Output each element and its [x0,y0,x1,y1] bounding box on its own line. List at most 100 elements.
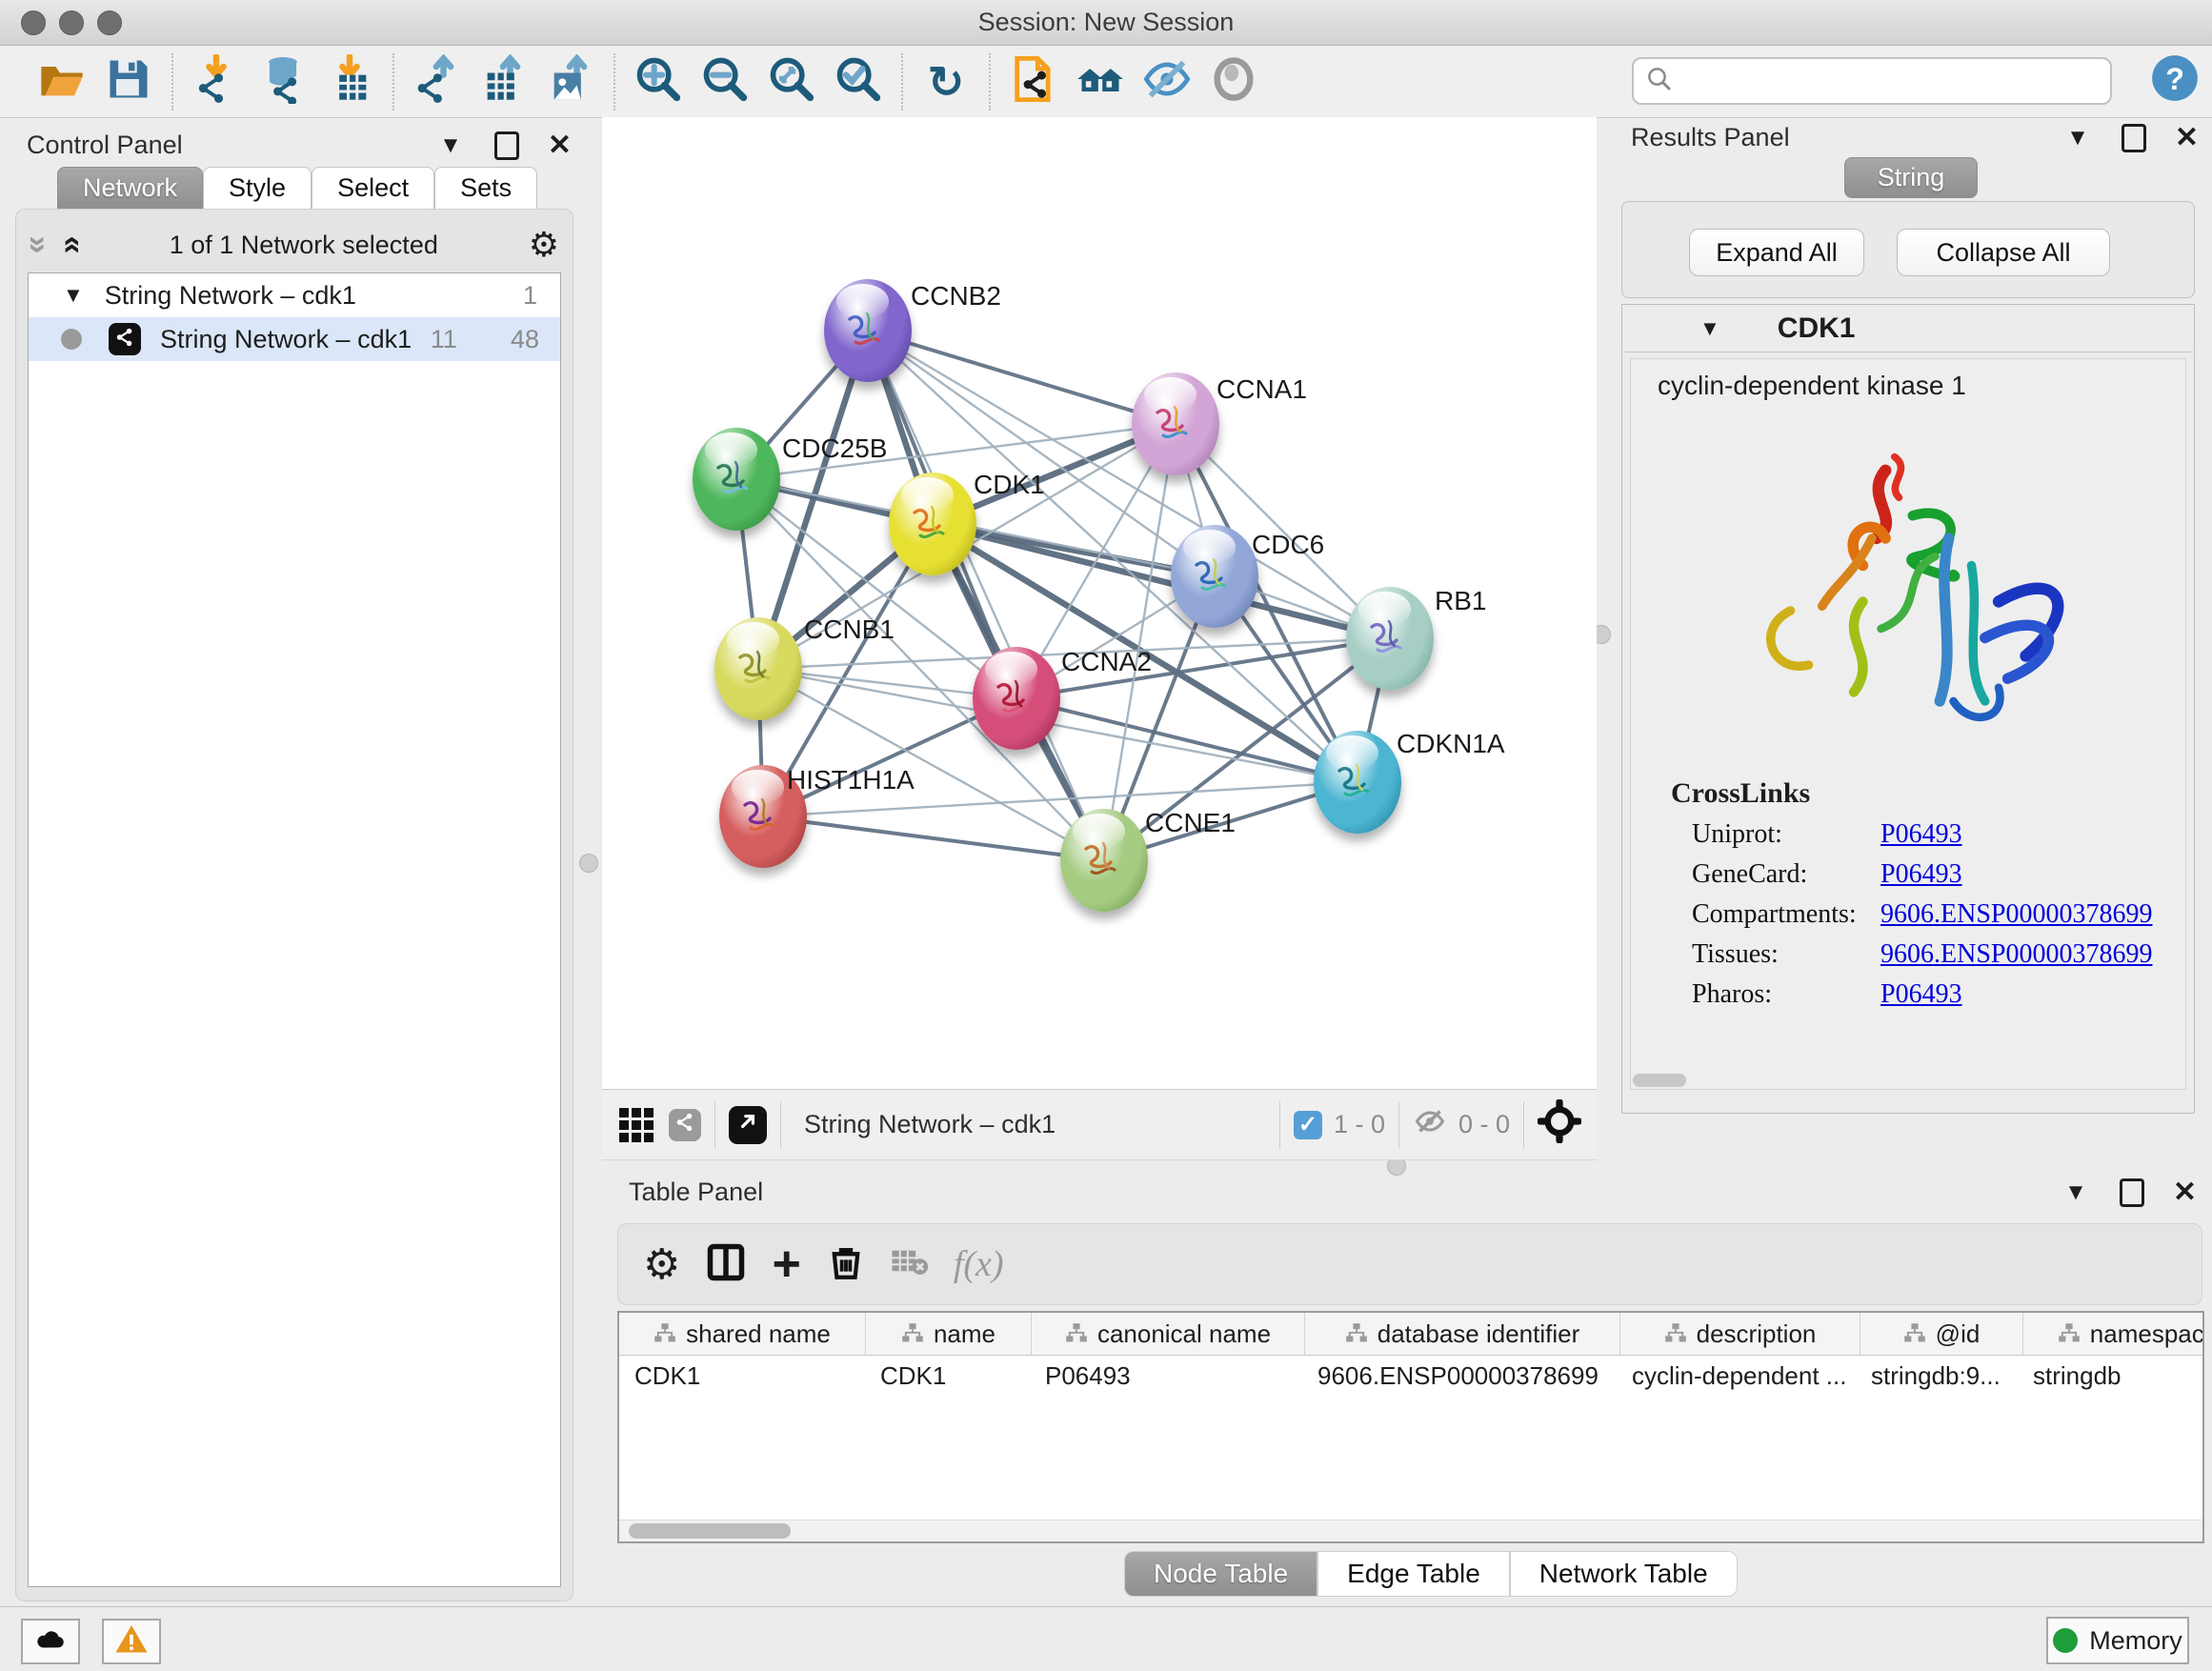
refresh-button[interactable]: ↻ [919,55,973,109]
crosslink-link[interactable]: 9606.ENSP00000378699 [1880,939,2152,970]
save-button[interactable] [102,55,155,109]
panel-close-icon[interactable]: ✕ [548,129,572,162]
warnings-button[interactable] [102,1619,161,1664]
search-input[interactable] [1681,66,2110,97]
tab-network-table[interactable]: Network Table [1510,1551,1738,1597]
network-node-cdc6[interactable] [1171,525,1258,628]
crosslink-link[interactable]: P06493 [1880,819,1962,850]
table-row[interactable]: CDK1CDK1P064939606.ENSP00000378699cyclin… [619,1356,2202,1396]
cloud-status-button[interactable] [21,1619,80,1664]
panel-menu-icon[interactable]: ▼ [2064,1179,2087,1206]
tab-node-table[interactable]: Node Table [1124,1551,1317,1597]
homes-button[interactable] [1074,55,1127,109]
zoom-fit-button[interactable] [765,55,818,109]
panel-float-icon[interactable] [2120,1178,2144,1207]
crosslink-link[interactable]: P06493 [1880,979,1962,1010]
crosslink-link[interactable]: P06493 [1880,859,1962,890]
export-image-button[interactable] [544,55,597,109]
network-node-ccnb2[interactable] [824,279,912,382]
section-expander-icon[interactable]: ▼ [1699,316,1720,341]
import-network-button[interactable] [190,55,243,109]
results-hscrollbar[interactable] [1633,1074,1686,1087]
crosslink-label: GeneCard: [1692,859,1880,890]
network-row[interactable]: String Network – cdk1 11 48 [29,317,560,361]
table-hscroll-thumb[interactable] [629,1523,791,1539]
zoom-selected-button[interactable] [832,55,885,109]
status-bar: Memory [0,1606,2212,1671]
export-network-button[interactable] [411,55,464,109]
network-node-ccnb1[interactable] [714,617,802,720]
network-node-ccne1[interactable] [1060,809,1148,912]
birds-eye-view-icon[interactable] [619,1108,654,1142]
expand-all-button[interactable]: Expand All [1689,229,1864,276]
column-header-description[interactable]: description [1620,1313,1860,1355]
network-node-rb1[interactable] [1346,587,1434,690]
column-header-sharedname[interactable]: shared name [619,1313,866,1355]
fit-selected-icon[interactable] [1538,1099,1581,1150]
panel-menu-icon[interactable]: ▼ [439,132,462,159]
export-table-icon [479,54,529,109]
gear-icon[interactable]: ⚙ [529,225,559,265]
zoom-out-button[interactable] [698,55,752,109]
string-view-icon[interactable] [669,1109,701,1141]
results-panel-title: Results Panel [1631,123,1790,152]
column-header-name[interactable]: name [866,1313,1032,1355]
node-label-cdk1: CDK1 [974,470,1045,500]
network-canvas[interactable]: CCNB2 CCNA1 CDC25B CDK1 CDC6 RB1 CCNB1 C… [602,117,1597,1089]
table-hscrollbar[interactable] [619,1520,2202,1541]
import-database-button[interactable] [256,55,310,109]
search-box[interactable] [1632,57,2112,105]
save-icon [104,54,153,109]
network-node-ccna1[interactable] [1132,372,1219,475]
selected-checkbox-icon[interactable]: ✓ [1294,1111,1322,1139]
show-columns-icon[interactable] [705,1241,747,1288]
panel-close-icon[interactable]: ✕ [2175,121,2199,154]
open-in-browser-icon[interactable] [729,1106,767,1144]
collapse-all-icon[interactable]: » [22,236,54,254]
node-label-ccna1: CCNA1 [1217,374,1307,405]
network-node-cdk1[interactable] [889,473,976,575]
node-label-cdc25b: CDC25B [782,433,887,464]
column-header-canonicalname[interactable]: canonical name [1032,1313,1305,1355]
svg-text:?: ? [2165,61,2184,95]
panel-float-icon[interactable] [494,131,519,160]
add-column-icon[interactable]: + [772,1236,800,1293]
collapse-all-button[interactable]: Collapse All [1897,229,2110,276]
zoom-in-button[interactable] [632,55,685,109]
gene-section-header[interactable]: ▼ CDK1 [1623,306,2193,352]
folder-open-button[interactable] [35,55,89,109]
network-node-ccna2[interactable] [973,647,1060,750]
crosslink-row: Compartments:9606.ENSP00000378699 [1692,899,2185,930]
export-table-button[interactable] [477,55,531,109]
node-table[interactable]: shared namenamecanonical namedatabase id… [617,1311,2204,1543]
expand-all-icon[interactable]: » [53,236,86,254]
column-header-databaseidentifier[interactable]: database identifier [1305,1313,1620,1355]
memory-button[interactable]: Memory [2046,1617,2189,1664]
tree-expander-icon[interactable]: ▼ [63,283,84,308]
network-node-cdkn1a[interactable] [1314,731,1401,834]
table-settings-gear-icon[interactable]: ⚙ [643,1240,680,1289]
tab-sets[interactable]: Sets [434,167,537,210]
panel-close-icon[interactable]: ✕ [2173,1176,2197,1209]
eye-blue-button[interactable] [1140,55,1194,109]
column-header-namespace[interactable]: namespace [2023,1313,2204,1355]
delete-column-icon[interactable] [826,1242,866,1287]
tab-select[interactable]: Select [312,167,434,210]
string-import-button[interactable] [1007,55,1060,109]
eye-gray-button[interactable] [1207,55,1260,109]
network-collection-row[interactable]: ▼ String Network – cdk1 1 [29,273,560,317]
tab-edge-table[interactable]: Edge Table [1317,1551,1510,1597]
panel-float-icon[interactable] [2122,124,2146,152]
tab-style[interactable]: Style [203,167,312,210]
tab-network[interactable]: Network [57,167,203,210]
node-label-ccna2: CCNA2 [1061,647,1152,677]
network-node-cdc25b[interactable] [693,428,780,531]
zoom-fit-icon [767,54,816,109]
panel-menu-icon[interactable]: ▼ [2066,125,2089,151]
help-button[interactable]: ? [2148,53,2202,107]
import-table-button[interactable] [323,55,376,109]
crosslink-link[interactable]: 9606.ENSP00000378699 [1880,899,2152,930]
column-header-id[interactable]: @id [1860,1313,2023,1355]
tab-string[interactable]: String [1844,157,1979,198]
left-splitter-handle[interactable] [579,854,598,873]
